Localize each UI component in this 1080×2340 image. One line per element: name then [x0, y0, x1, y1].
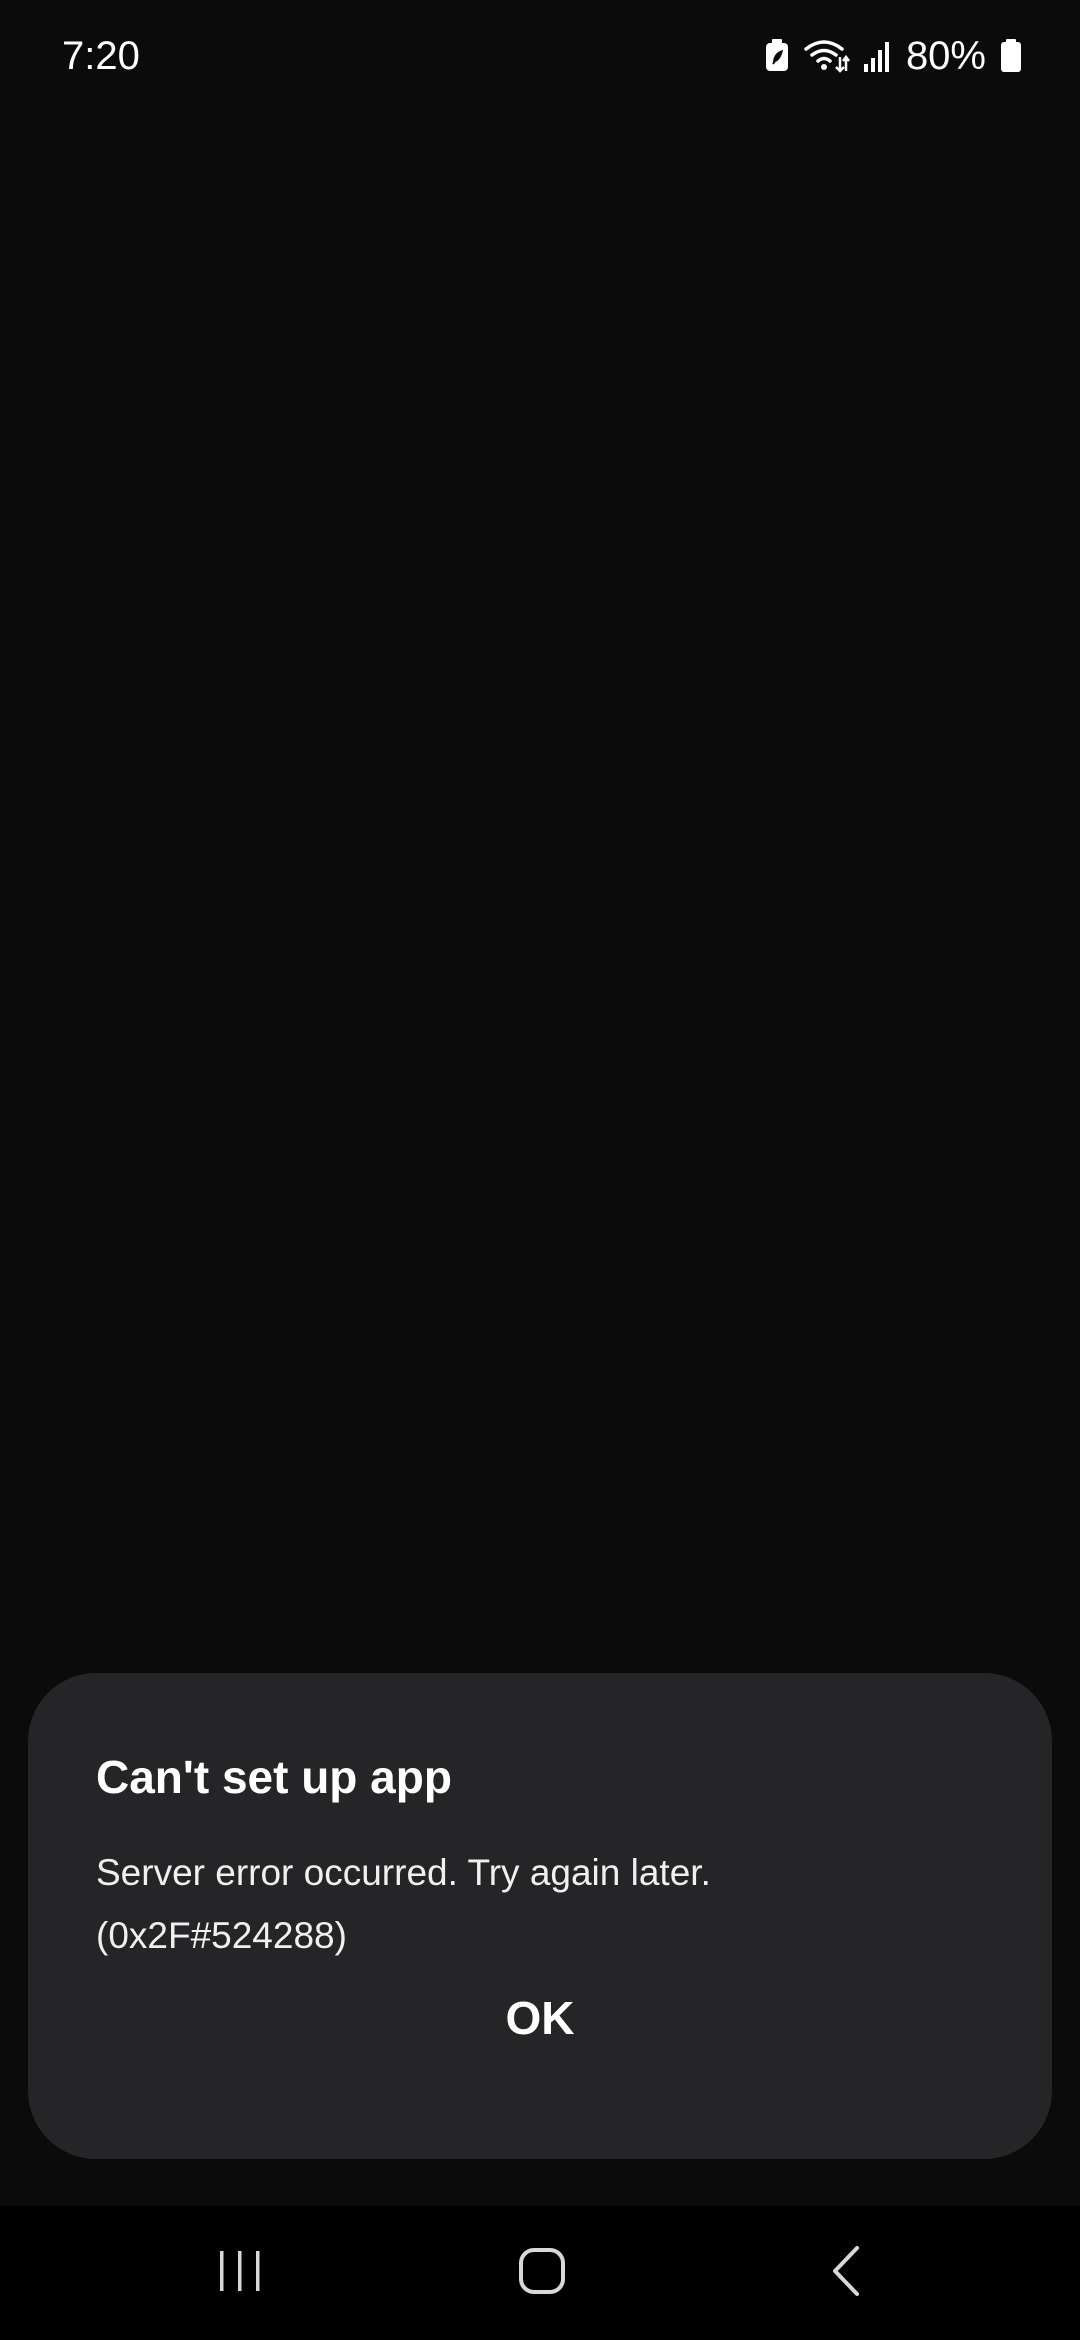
- battery-icon: [1000, 39, 1022, 73]
- back-button[interactable]: [766, 2206, 926, 2340]
- navigation-bar: [0, 2206, 1080, 2340]
- status-icons: 80%: [764, 30, 1022, 82]
- screen: 7:20 80% Can't set up app Server error o…: [0, 0, 1080, 2340]
- signal-icon: [863, 40, 892, 72]
- error-dialog: Can't set up app Server error occurred. …: [28, 1673, 1052, 2159]
- back-icon: [830, 2245, 862, 2302]
- status-time: 7:20: [62, 34, 140, 78]
- error-code: (0x2F#524288): [96, 1915, 347, 1956]
- dialog-message-line: Server error occurred. Try again later.: [96, 1852, 711, 1893]
- home-button[interactable]: [462, 2206, 622, 2340]
- battery-saver-icon: [764, 39, 790, 73]
- recents-button[interactable]: [160, 2206, 320, 2340]
- ok-button[interactable]: OK: [418, 1963, 662, 2073]
- recents-icon: [217, 2249, 263, 2298]
- status-bar: 7:20 80%: [0, 0, 1080, 112]
- battery-percent: 80%: [905, 34, 986, 78]
- home-icon: [518, 2247, 566, 2300]
- dialog-title: Can't set up app: [96, 1751, 452, 1803]
- dialog-message: Server error occurred. Try again later. …: [96, 1841, 976, 1967]
- wifi-icon: [804, 39, 850, 73]
